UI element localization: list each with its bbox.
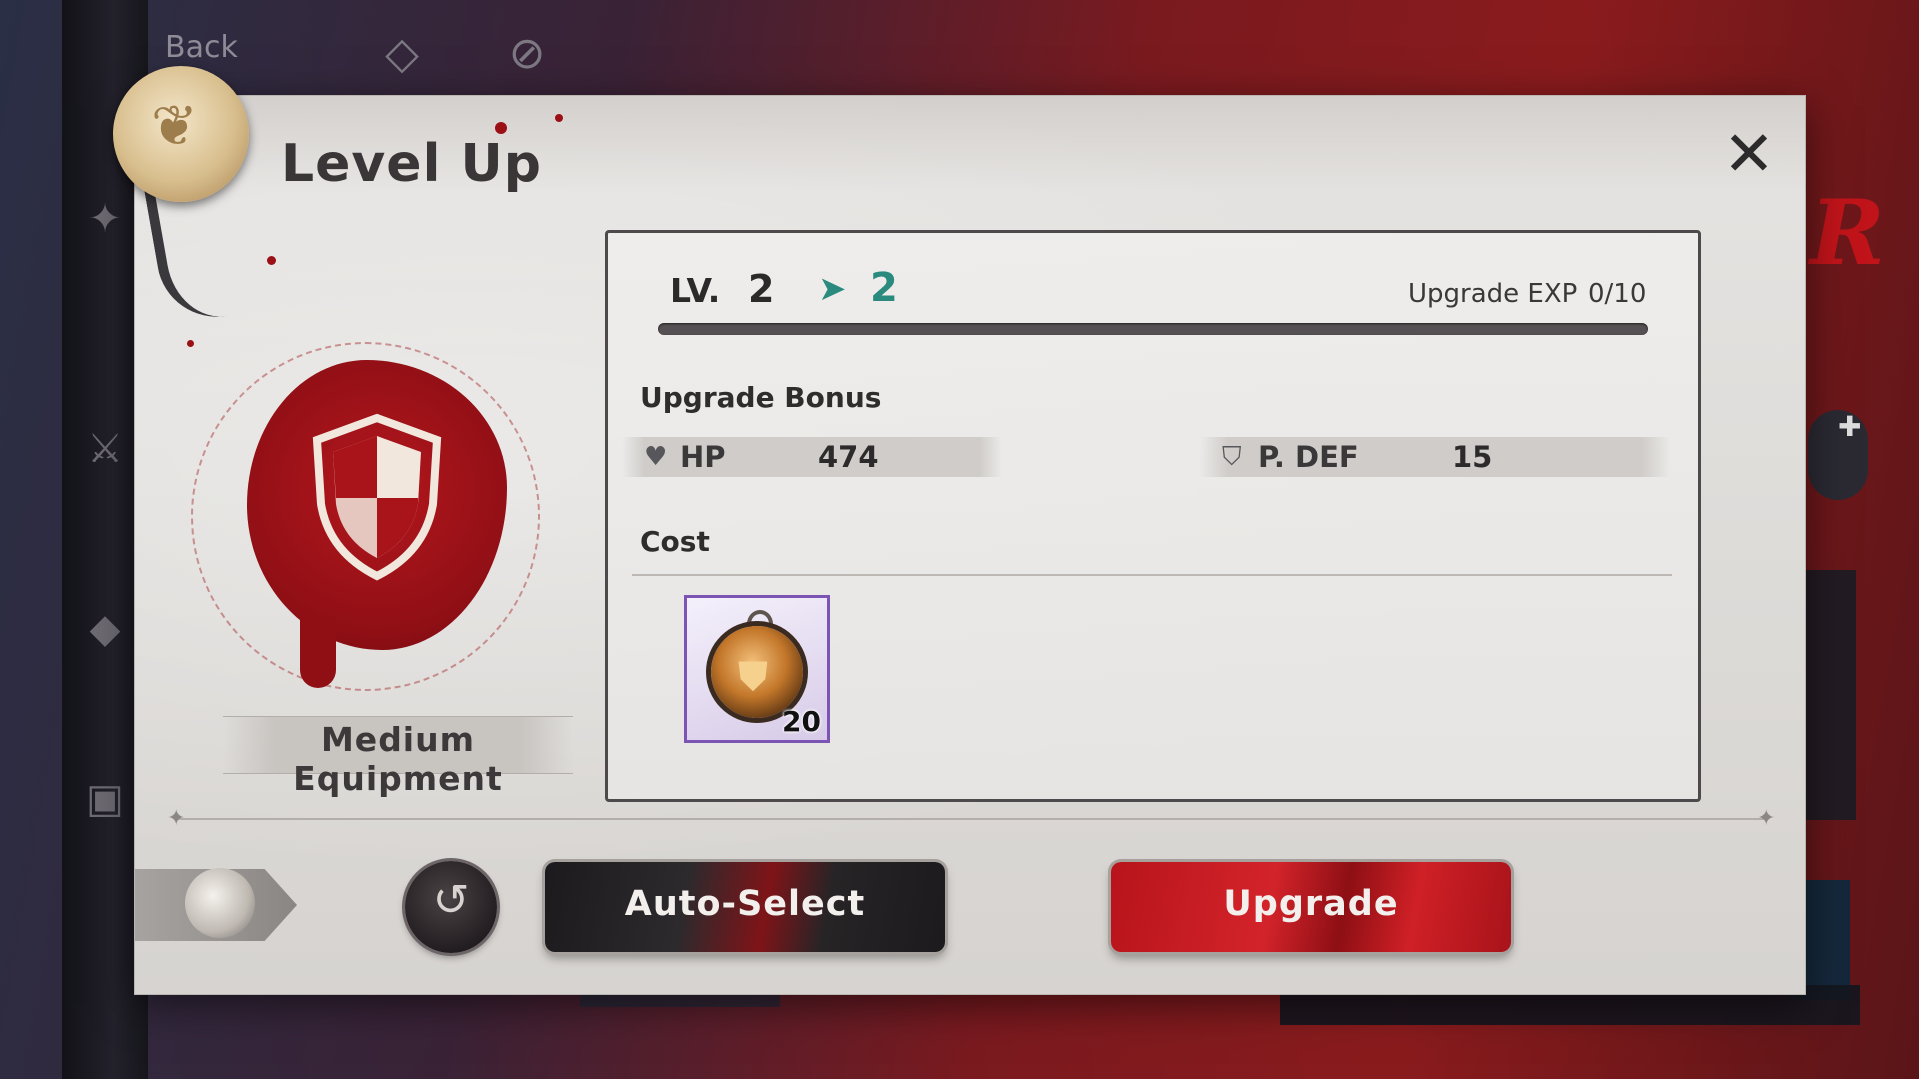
blood-splatter — [555, 114, 563, 122]
upgrade-exp-label: Upgrade EXP — [1408, 279, 1578, 309]
alert-icon[interactable]: ⊘ — [495, 22, 559, 86]
upgrade-exp-value: 0/10 — [1588, 279, 1647, 309]
heart-icon: ♥ — [644, 442, 668, 472]
star-ornament-icon: ✦ — [1757, 806, 1776, 831]
orb-icon — [185, 868, 255, 938]
reset-icon: ↺ — [432, 875, 470, 926]
shield-icon — [312, 413, 442, 581]
camera-icon[interactable]: ▣ — [76, 770, 134, 828]
auto-select-label: Auto-Select — [624, 884, 866, 924]
divider — [632, 574, 1672, 576]
level-up-dialog: ❦ Level Up ✕ Medium Equipment LV. 2 ➤ 2 … — [113, 66, 1805, 994]
medal-shield-icon: ⛊ — [738, 654, 768, 700]
emblem-drip — [300, 616, 336, 688]
shield-icon: ⛉ — [1222, 442, 1242, 472]
diamond-icon[interactable]: ◇ — [370, 22, 434, 86]
blood-splatter — [495, 122, 507, 134]
cost-title: Cost — [640, 525, 710, 558]
close-icon[interactable]: ✕ — [1719, 123, 1779, 185]
stat-value: 15 — [1452, 440, 1493, 474]
equipment-type-label: Medium Equipment — [293, 720, 503, 798]
arrow-right-icon: ➤ — [818, 269, 847, 309]
plus-icon[interactable]: ✚ — [1838, 410, 1861, 443]
next-level: 2 — [870, 265, 898, 311]
cost-item-slot[interactable]: ⛊ 20 — [684, 595, 830, 743]
dialog-title: Level Up — [281, 134, 542, 194]
gem-icon[interactable]: ◆ — [76, 600, 134, 658]
stat-name: HP — [680, 440, 726, 474]
stat-hp: ♥ HP 474 — [622, 437, 1002, 477]
stat-value: 474 — [818, 440, 879, 474]
stat-pdef: ⛉ P. DEF 15 — [1200, 437, 1670, 477]
reset-button[interactable]: ↺ — [405, 861, 497, 953]
back-button[interactable]: Back — [165, 30, 238, 65]
crest-icon[interactable]: ✦ — [76, 190, 134, 248]
side-panel — [1800, 570, 1856, 820]
upgrade-bonus-title: Upgrade Bonus — [640, 381, 882, 414]
upgrade-button[interactable]: Upgrade — [1111, 862, 1511, 952]
wax-seal-icon: ❦ — [113, 66, 249, 202]
upgrade-label: Upgrade — [1223, 884, 1399, 924]
stat-name: P. DEF — [1258, 440, 1359, 474]
blood-splatter — [267, 256, 276, 265]
sword-shield-icon[interactable]: ⚔ — [76, 420, 134, 478]
upgrade-info-panel: LV. 2 ➤ 2 Upgrade EXP 0/10 Upgrade Bonus… — [605, 230, 1701, 802]
star-ornament-icon: ✦ — [167, 806, 186, 831]
exp-progress-bar — [658, 323, 1648, 335]
level-label: LV. — [670, 271, 721, 310]
blood-splatter — [187, 340, 194, 347]
auto-select-button[interactable]: Auto-Select — [545, 862, 945, 952]
item-quantity: 20 — [782, 705, 821, 738]
current-level: 2 — [748, 267, 775, 311]
divider — [175, 818, 1765, 820]
background-glyph: R — [1810, 180, 1885, 286]
